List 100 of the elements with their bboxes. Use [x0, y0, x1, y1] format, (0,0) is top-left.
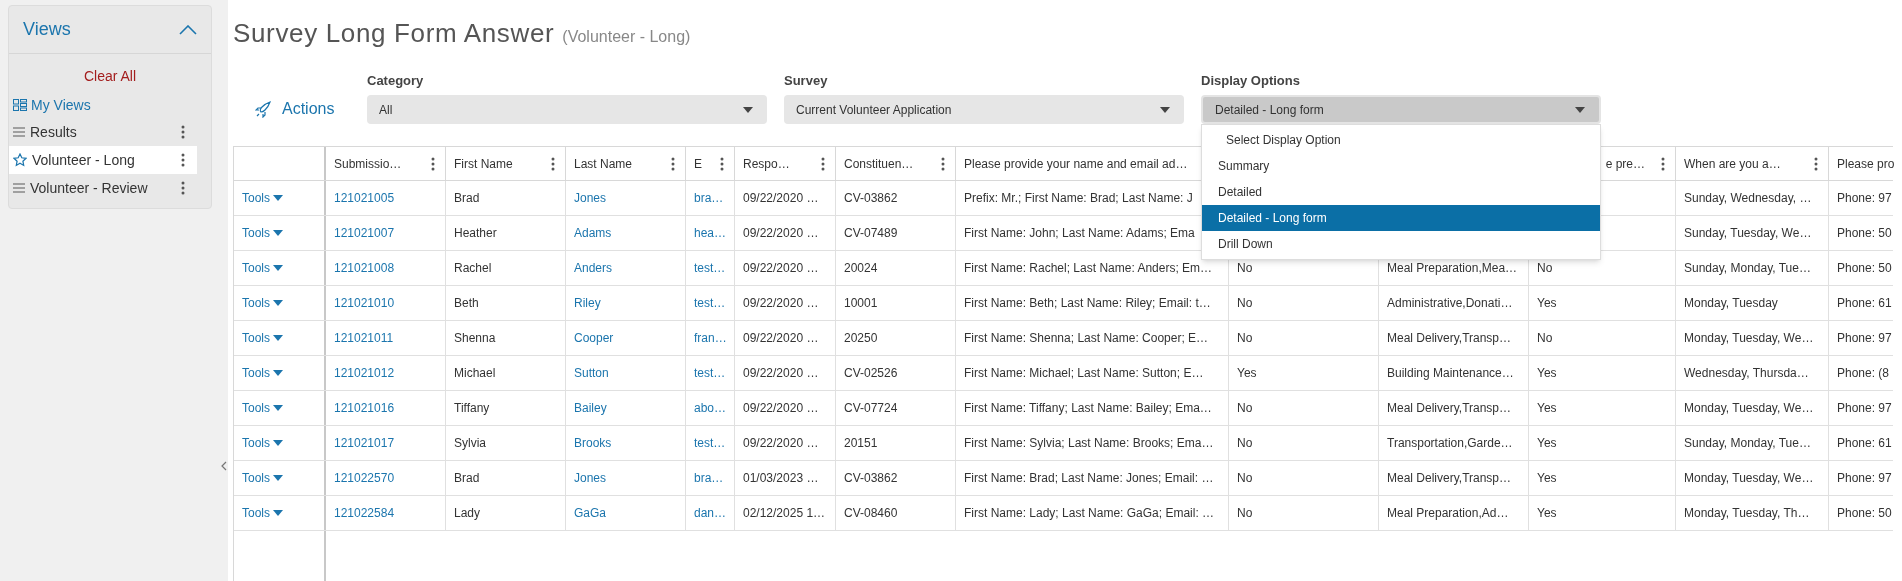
table-link[interactable]: Jones [574, 469, 607, 487]
column-header[interactable]: e pre… [1605, 154, 1645, 173]
tools-menu-button[interactable]: Tools [242, 364, 283, 382]
list-icon [13, 127, 25, 137]
table-link[interactable]: 121021012 [334, 364, 395, 382]
table-link[interactable]: 121021017 [334, 434, 395, 452]
more-options-icon[interactable] [181, 181, 185, 195]
column-header[interactable]: When are you a… [1684, 154, 1808, 173]
collapse-chevron-icon[interactable] [179, 24, 197, 35]
more-options-icon[interactable] [821, 156, 825, 171]
dropdown-option[interactable]: Select Display Option [1202, 127, 1600, 153]
table-link[interactable]: 121021011 [334, 329, 394, 347]
table-link[interactable]: Brooks [574, 434, 612, 452]
table-link[interactable]: Jones [574, 189, 607, 207]
table-cell-text: 20250 [844, 330, 878, 347]
table-link[interactable]: bra… [694, 469, 724, 487]
tools-menu-button[interactable]: Tools [242, 259, 283, 277]
more-options-icon[interactable] [1814, 156, 1818, 171]
table-link[interactable]: Bailey [574, 399, 607, 417]
more-options-icon[interactable] [431, 156, 435, 171]
select-field[interactable]: Detailed - Long form [1201, 95, 1601, 124]
table-link[interactable]: fran… [694, 329, 727, 347]
dropdown-option[interactable]: Detailed [1202, 179, 1600, 205]
actions-button[interactable]: Actions [233, 94, 367, 124]
column-header[interactable]: First Name [454, 154, 545, 173]
clear-all-link[interactable]: Clear All [83, 67, 137, 85]
table-cell-text: CV-08460 [844, 505, 898, 522]
column-header[interactable]: Please pro [1837, 154, 1895, 173]
tools-menu-button[interactable]: Tools [242, 189, 283, 207]
more-options-icon[interactable] [720, 156, 724, 171]
table-link[interactable]: test… [694, 434, 726, 452]
more-options-icon[interactable] [1661, 156, 1665, 171]
column-header[interactable]: Respo… [743, 154, 815, 173]
table-link[interactable]: Riley [574, 294, 601, 312]
table-link[interactable]: test… [694, 259, 726, 277]
select-field[interactable]: Current Volunteer Application [784, 95, 1184, 124]
tools-menu-button[interactable]: Tools [242, 399, 283, 417]
tools-menu-button[interactable]: Tools [242, 224, 283, 242]
table-link[interactable]: 121022570 [334, 469, 395, 487]
table-link[interactable]: 121021010 [334, 294, 395, 312]
table-cell-text: 09/22/2020 … [743, 365, 819, 382]
dropdown-option[interactable]: Detailed - Long form [1202, 205, 1600, 231]
table-cell-text: First Name: Shenna; Last Name: Cooper; E… [964, 330, 1209, 347]
table-cell-text: 02/12/2025 1… [743, 505, 826, 522]
table-link[interactable]: bra… [694, 189, 724, 207]
table-cell-text: Meal Preparation,Mea… [1387, 260, 1518, 277]
more-options-icon[interactable] [551, 156, 555, 171]
star-icon [13, 153, 27, 167]
select-field[interactable]: All [367, 95, 767, 124]
table-cell-text: CV-02526 [844, 365, 898, 382]
table-link[interactable]: dan… [694, 504, 727, 522]
more-options-icon[interactable] [181, 153, 185, 167]
table-link[interactable]: Adams [574, 224, 612, 242]
more-options-icon[interactable] [181, 125, 185, 139]
more-options-icon[interactable] [941, 156, 945, 171]
table-cell-text: Sunday, Wednesday, … [1684, 190, 1812, 207]
rocket-icon [255, 100, 272, 118]
tools-menu-button[interactable]: Tools [242, 434, 283, 452]
column-header[interactable]: Constituen… [844, 154, 935, 173]
table-link[interactable]: test… [694, 294, 726, 312]
table-link[interactable]: hea… [694, 224, 727, 242]
table-cell-text: Sunday, Monday, Tue… [1684, 260, 1811, 277]
table-cell-text: First Name: Michael; Last Name: Sutton; E… [964, 365, 1204, 382]
table-link[interactable]: 121021008 [334, 259, 395, 277]
table-link[interactable]: 121021016 [334, 399, 395, 417]
tools-menu-button[interactable]: Tools [242, 504, 283, 522]
view-item[interactable]: Results [9, 118, 197, 146]
view-item[interactable]: Volunteer - Long [9, 146, 197, 174]
table-cell-text: 01/03/2023 … [743, 470, 819, 487]
view-label: Volunteer - Long [32, 150, 136, 170]
column-header[interactable]: Last Name [574, 154, 665, 173]
view-label: Results [30, 122, 78, 142]
collapse-icon[interactable] [221, 461, 227, 471]
table-cell-text: Monday, Tuesday, Th… [1684, 505, 1810, 522]
table-link[interactable]: Sutton [574, 364, 609, 382]
table-cell-text: Shenna [454, 330, 496, 347]
column-header[interactable]: E [694, 154, 714, 173]
table-link[interactable]: Anders [574, 259, 613, 277]
tools-menu-button[interactable]: Tools [242, 469, 283, 487]
tools-menu-button[interactable]: Tools [242, 294, 283, 312]
my-views-link[interactable]: My Views [31, 94, 91, 116]
table-link[interactable]: test… [694, 364, 726, 382]
table-link[interactable]: 121021007 [334, 224, 395, 242]
table-cell-text: No [1237, 435, 1253, 452]
table-link[interactable]: abo… [694, 399, 727, 417]
caret-icon [1575, 106, 1585, 113]
table-link[interactable]: 121021005 [334, 189, 395, 207]
dropdown-option[interactable]: Summary [1202, 153, 1600, 179]
table-cell-text: Monday, Tuesday, We… [1684, 400, 1814, 417]
column-header[interactable]: Submissio… [334, 154, 425, 173]
table-cell-text: Wednesday, Thursda… [1684, 365, 1809, 382]
view-item[interactable]: Volunteer - Review [9, 174, 197, 202]
dropdown-option[interactable]: Drill Down [1202, 231, 1600, 257]
views-title: Views [23, 18, 71, 41]
table-link[interactable]: GaGa [574, 504, 606, 522]
table-cell-text: Phone: 61 [1837, 295, 1892, 312]
tools-menu-button[interactable]: Tools [242, 329, 283, 347]
table-link[interactable]: 121022584 [334, 504, 395, 522]
more-options-icon[interactable] [671, 156, 675, 171]
table-link[interactable]: Cooper [574, 329, 614, 347]
